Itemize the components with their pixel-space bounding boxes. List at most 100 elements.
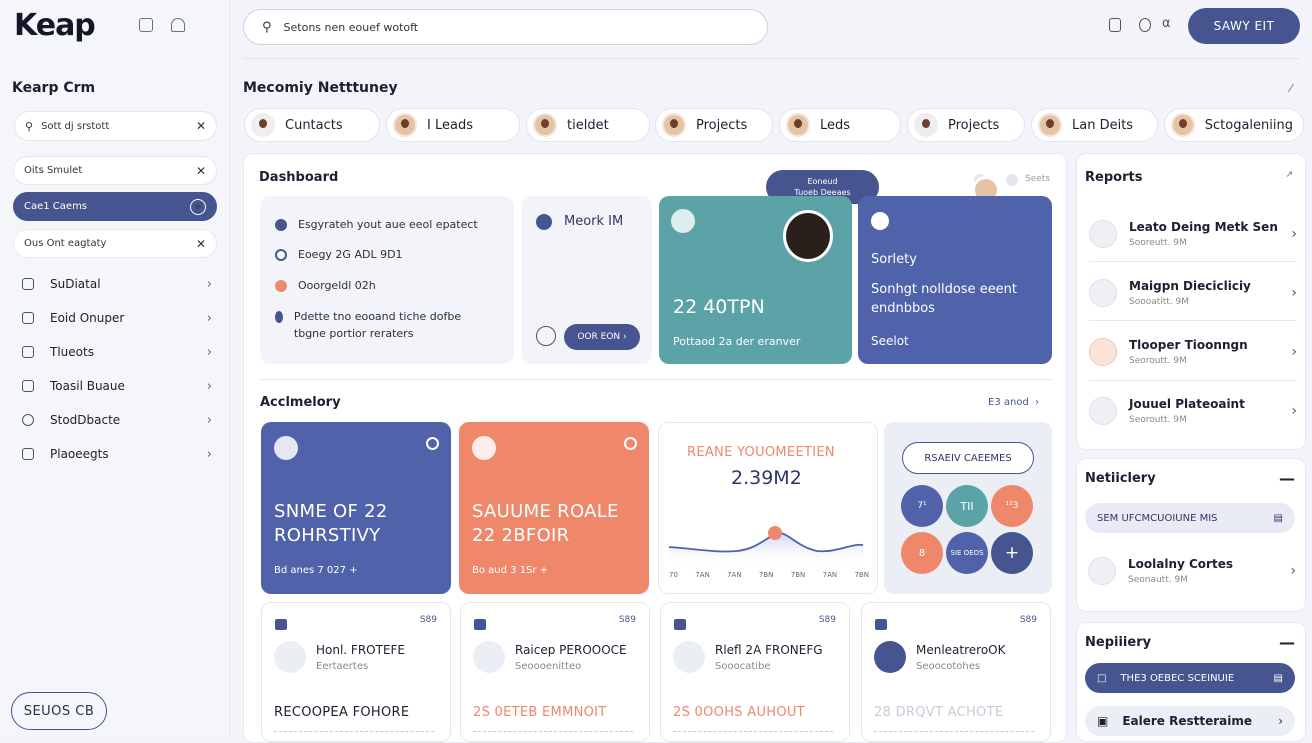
filter-chip[interactable]: Oits Smulet ✕ — [13, 156, 217, 185]
report-item[interactable]: Leato Deing Metk Sen Sooreutt. 9M › — [1089, 205, 1297, 263]
small-card[interactable]: S89 MenleatreroOK Seoocotohes 28 DRQVT A… — [861, 602, 1051, 742]
circle-stat[interactable]: ¹¹3 — [991, 485, 1033, 527]
report-icon — [1089, 338, 1117, 366]
dot-icon — [1006, 174, 1018, 186]
filter-chip[interactable]: Ous Ont eagtaty ✕ — [13, 229, 217, 258]
filter-chip-active[interactable]: Cae1 Caems + — [13, 192, 217, 221]
task-item[interactable]: Ooorgeldl 02h — [275, 277, 376, 294]
x-tick: 7BN — [854, 571, 869, 579]
sidebar: Keap Kearp Crm ⚲ Sott dj srstott ✕ Oits … — [0, 0, 230, 736]
stat-card-teal: 22 40TPN Pottaod 2a der eranver — [659, 196, 852, 364]
small-card[interactable]: S89 Honl. FROTEFE Eertaertes RECOOPEA FO… — [261, 602, 451, 742]
add-button[interactable]: + — [991, 532, 1033, 574]
tab-projects-2[interactable]: Projects — [907, 108, 1025, 142]
divider — [1089, 261, 1297, 262]
user-icon — [536, 326, 556, 346]
tab-leads[interactable]: I Leads — [386, 108, 520, 142]
meeting-button[interactable]: OOR EON › — [564, 324, 640, 350]
small-badge: S89 — [1019, 615, 1037, 625]
card-icon — [472, 436, 496, 460]
sidebar-item-2[interactable]: Eoid Onuper › — [22, 308, 212, 328]
tab-contacts[interactable]: Cuntacts — [244, 108, 380, 142]
sidebar-bottom-button[interactable]: SEUOS CB — [11, 692, 107, 730]
divider — [673, 731, 833, 734]
small-sub: Sooocatibe — [715, 661, 771, 672]
divider — [1089, 380, 1297, 381]
chevron-right-icon: › — [206, 344, 212, 360]
tab-tieldet[interactable]: tieldet — [526, 108, 650, 142]
circle-stat[interactable]: 7¹ — [901, 485, 943, 527]
x-axis: 70 7AN 7AN 7BN 7BN 7AN 7BN — [669, 571, 869, 579]
stat-card-blue: Sorlety Sonhgt nolldose eeent endnbbos S… — [858, 196, 1052, 364]
blue-title: Sorlety — [871, 252, 917, 267]
status-icon — [871, 212, 889, 230]
chart-headline: REANE YOUOMEETIEN — [687, 445, 835, 460]
settings-icon[interactable] — [1139, 18, 1151, 32]
report-icon — [1089, 279, 1117, 307]
small-card[interactable]: S89 Raicep PEROOOCE Seoooenitteo 2S 0ETE… — [460, 602, 650, 742]
search-icon: ⚲ — [25, 119, 34, 133]
close-icon[interactable]: ✕ — [196, 237, 206, 251]
edit-icon[interactable]: ⁄ — [1290, 82, 1292, 95]
tab-sctogaleniing[interactable]: Sctogaleniing — [1164, 108, 1304, 142]
expand-icon[interactable]: ↗ — [1285, 170, 1293, 180]
tab-projects[interactable]: Projects — [655, 108, 773, 142]
close-icon[interactable]: ✕ — [196, 164, 206, 178]
x-tick: 7BN — [758, 571, 774, 579]
bell-icon[interactable] — [171, 18, 185, 32]
small-badge: S89 — [419, 615, 437, 625]
sidebar-item-4[interactable]: Toasil Buaue › — [22, 376, 212, 396]
dashboard-panel: Dashboard Eoneud Tuoeb Deeaes Seets Esgy… — [243, 153, 1067, 743]
card-icon — [671, 209, 695, 233]
clear-search-icon[interactable]: ✕ — [196, 119, 206, 133]
report-item[interactable]: Jouuel Plateoaint Seoroutt. 9M › — [1089, 382, 1297, 440]
tab-leds[interactable]: Leds — [779, 108, 901, 142]
nepliery-title: Nepiiiery — [1085, 635, 1152, 650]
sidebar-item-5[interactable]: StodDbacte › — [22, 410, 212, 430]
netliery-bar[interactable]: SEM UFCMCUOIUNE MIS ▤ — [1085, 503, 1295, 533]
task-item[interactable]: Eoegy 2G ADL 9D1 — [275, 246, 403, 263]
netliery-item[interactable]: Loolalny Cortes Seonautt. 9M › — [1088, 542, 1296, 600]
task-item[interactable]: Pdette tno eooand tiche dofbe tbgne port… — [275, 308, 485, 342]
collapse-icon[interactable]: — — [1279, 469, 1295, 488]
header-divider — [243, 58, 1300, 59]
report-item[interactable]: Tlooper Tioonngn Seoroutt. 9M › — [1089, 323, 1297, 381]
user-icon[interactable]: α — [1162, 16, 1171, 31]
sidebar-search-input[interactable]: ⚲ Sott dj srstott ✕ — [14, 111, 217, 141]
notifications-icon[interactable] — [139, 18, 153, 32]
circle-stat[interactable]: 8 — [901, 532, 943, 574]
bell-icon — [22, 380, 34, 392]
tab-lan-deits[interactable]: Lan Deits — [1031, 108, 1158, 142]
add-icon[interactable]: + — [190, 198, 206, 215]
small-name: Honl. FROTEFE — [316, 643, 406, 657]
circle-stat[interactable]: TII — [946, 485, 988, 527]
nepliery-bar[interactable]: □ THE3 OEBEC SCEINUIE ▤ — [1085, 663, 1295, 693]
avatar — [393, 113, 417, 137]
bullet-icon — [275, 311, 283, 323]
monitor-icon — [874, 641, 906, 673]
small-card[interactable]: S89 Rlefl 2A FRONEFG Sooocatibe 2S 0OOHS… — [660, 602, 850, 742]
blue-footer: Seelot — [871, 334, 909, 348]
activity-card-blue[interactable]: SNME OF 22 ROHRSTIVY Bd anes 7 027 + — [261, 422, 451, 594]
activity-card-footer: Bd anes 7 027 + — [274, 565, 358, 576]
activity-card-orange[interactable]: SAUUME ROALE 22 2BFOIR Bo aud 3 1Sr + — [459, 422, 649, 594]
report-item[interactable]: Maigpn Diecicliciy Soooatitt. 9M › — [1089, 264, 1297, 322]
primary-action-button[interactable]: SAWY EIT — [1188, 8, 1300, 44]
circles-button[interactable]: RSAEIV CAEEMES — [902, 442, 1034, 474]
global-search-input[interactable]: ⚲ Setons nen eouef wotoft — [243, 9, 768, 45]
circle-stat[interactable]: SIE OEOS — [946, 532, 988, 574]
x-tick: 70 — [669, 571, 678, 579]
sidebar-item-6[interactable]: Plaoeegts › — [22, 444, 212, 464]
card-icon — [274, 436, 298, 460]
collapse-icon[interactable]: — — [1279, 633, 1295, 652]
avatar — [1171, 113, 1195, 137]
task-item[interactable]: Esgyrateh yout aue eeol epatect — [275, 216, 478, 233]
sidebar-item-3[interactable]: Tlueots › — [22, 342, 212, 362]
report-icon — [1089, 397, 1117, 425]
activity-card-title: SAUUME ROALE 22 2BFOIR — [472, 501, 619, 546]
sidebar-item-1[interactable]: SuDiatal › — [22, 274, 212, 294]
lock-icon[interactable] — [1109, 18, 1121, 32]
nepliery-item[interactable]: ▣ Ealere Restteraime › — [1085, 706, 1295, 736]
activity-link[interactable]: E3 anod › — [988, 397, 1039, 408]
circles-card: RSAEIV CAEEMES 7¹ TII ¹¹3 8 SIE OEOS + — [884, 422, 1052, 594]
